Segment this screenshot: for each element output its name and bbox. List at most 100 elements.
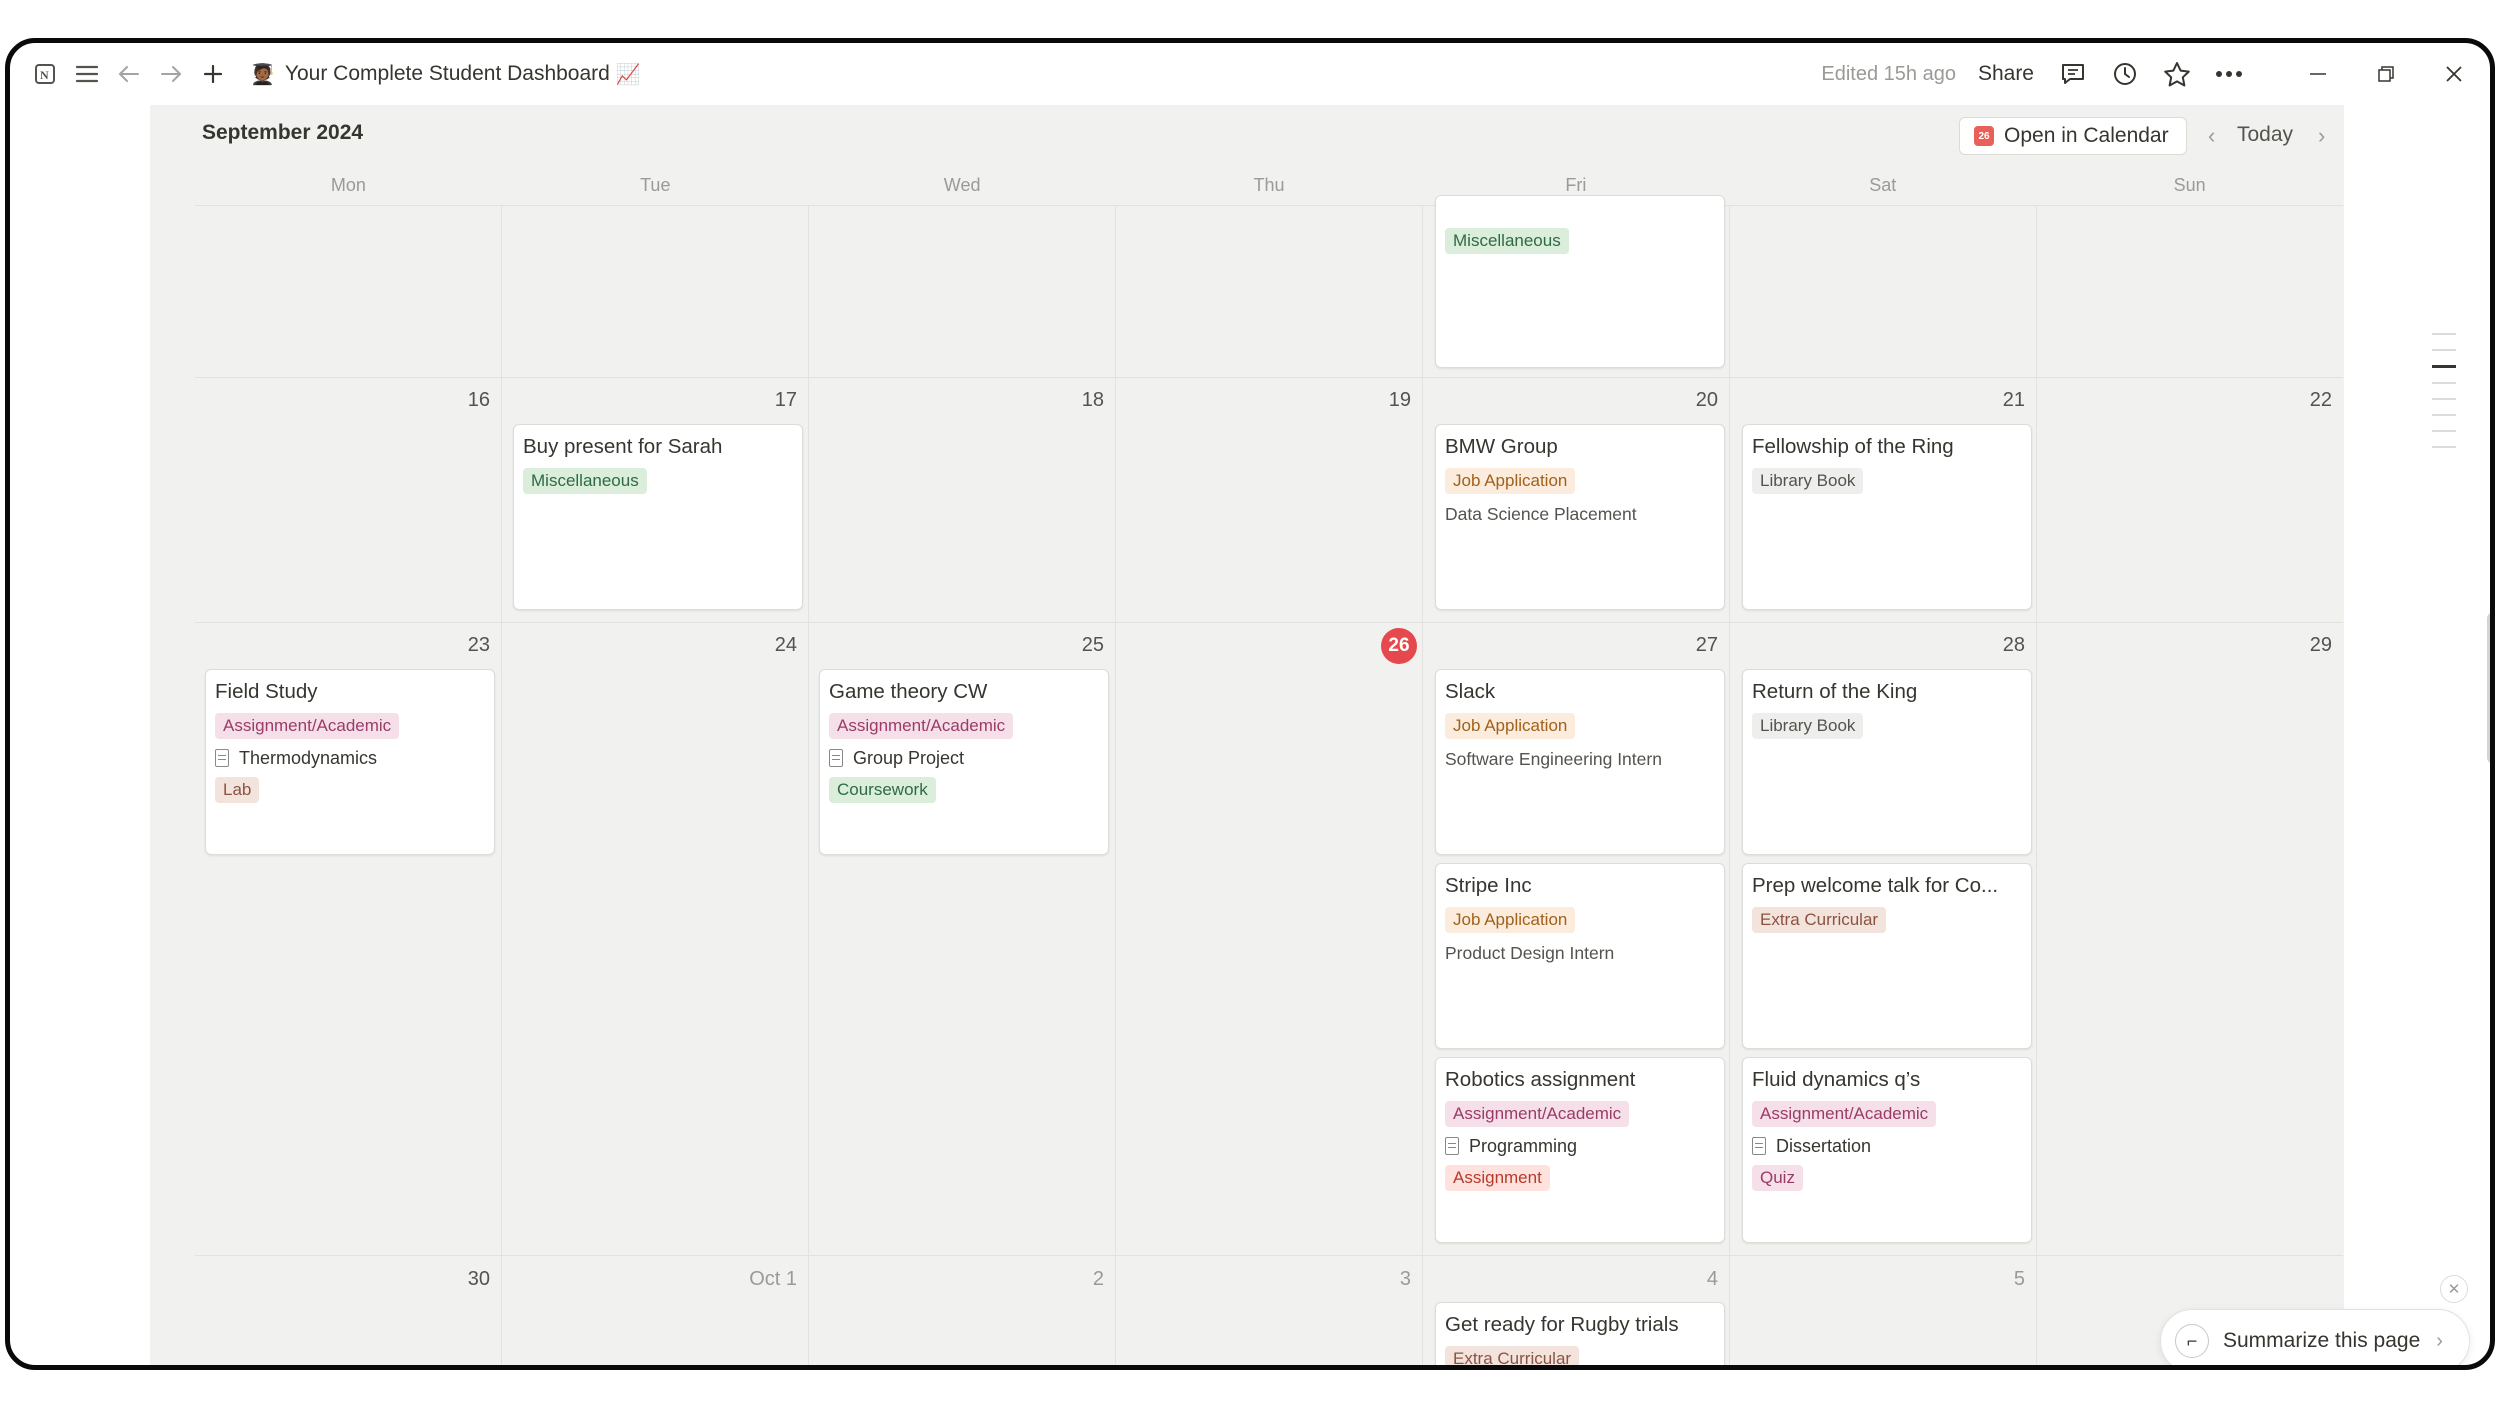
open-in-calendar-button[interactable]: 26 Open in Calendar (1959, 117, 2187, 155)
close-summarize-icon[interactable]: ✕ (2440, 1275, 2468, 1303)
page-outline-indicator[interactable] (2432, 333, 2456, 462)
back-arrow-icon[interactable] (114, 59, 144, 89)
event-card-welcome-talk[interactable]: Prep welcome talk for Co... Extra Curric… (1742, 863, 2032, 1049)
minimize-icon[interactable] (2302, 58, 2334, 90)
relation-label: Programming (1469, 1136, 1578, 1156)
grid-divider (2036, 205, 2037, 1365)
category-tag: Miscellaneous (523, 468, 647, 494)
new-page-plus-icon[interactable] (198, 59, 228, 89)
week-row-separator (195, 1255, 2343, 1256)
event-title: Field Study (215, 680, 318, 703)
vertical-scrollbar[interactable] (2487, 613, 2490, 763)
menu-icon[interactable] (72, 59, 102, 89)
restore-window-icon[interactable] (2370, 58, 2402, 90)
weekday-sat: Sat (1869, 175, 1897, 195)
edited-timestamp[interactable]: Edited 15h ago (1821, 63, 1956, 86)
event-title: Return of the King (1752, 680, 1918, 703)
event-card-slack[interactable]: Slack Job Application Software Engineeri… (1435, 669, 1725, 855)
event-card-return-of-the-king[interactable]: Return of the King Library Book (1742, 669, 2032, 855)
weekday-mon: Mon (330, 175, 366, 195)
ai-summary-icon: ⌐ (2175, 1324, 2209, 1358)
event-card-stripe[interactable]: Stripe Inc Job Application Product Desig… (1435, 863, 1725, 1049)
event-card-rugby-trials[interactable]: Get ready for Rugby trials Extra Curricu… (1435, 1302, 1725, 1365)
chart-emoji: 📈 (615, 63, 641, 86)
event-card[interactable]: Miscellaneous (1435, 195, 1725, 368)
event-title: Slack (1445, 680, 1496, 703)
today-button[interactable]: Today (2237, 123, 2293, 147)
category-tag: Assignment/Academic (215, 713, 400, 739)
event-card-field-study[interactable]: Field Study Assignment/Academic Thermody… (205, 669, 495, 855)
event-title: Get ready for Rugby trials (1445, 1313, 1679, 1336)
type-tag: Assignment (1445, 1165, 1550, 1191)
more-options-icon[interactable] (2214, 59, 2244, 89)
type-tag: Coursework (829, 777, 936, 803)
event-card-bmw-group[interactable]: BMW Group Job Application Data Science P… (1435, 424, 1725, 610)
category-tag: Job Application (1445, 907, 1576, 933)
day-number: 22 (2309, 389, 2332, 411)
outline-mark (2432, 414, 2456, 416)
day-number: Oct 1 (749, 1268, 797, 1290)
week-row-separator (195, 205, 2343, 206)
event-detail: Product Design Intern (1445, 943, 1615, 963)
day-number: 4 (1706, 1268, 1718, 1290)
breadcrumb[interactable]: 🧑🏾‍🎓 Your Complete Student Dashboard 📈 (250, 62, 641, 87)
relation-link[interactable]: Thermodynamics (215, 746, 485, 770)
grid-divider (1729, 205, 1730, 1365)
event-title: Game theory CW (829, 680, 988, 703)
summarize-label: Summarize this page (2223, 1329, 2421, 1352)
day-number: 3 (1399, 1268, 1411, 1290)
type-tag: Quiz (1752, 1165, 1803, 1191)
outline-mark (2432, 349, 2456, 351)
day-number: 18 (1081, 389, 1104, 411)
category-tag: Assignment/Academic (1752, 1101, 1937, 1127)
history-clock-icon[interactable] (2110, 59, 2140, 89)
calendar-header: September 2024 26 Open in Calendar ‹ Tod… (150, 105, 2344, 165)
event-title: BMW Group (1445, 435, 1558, 458)
day-number: 17 (774, 389, 797, 411)
event-title: Fellowship of the Ring (1752, 435, 1954, 458)
type-tag: Lab (215, 777, 260, 803)
forward-arrow-icon[interactable] (156, 59, 186, 89)
category-tag: Job Application (1445, 713, 1576, 739)
close-window-icon[interactable] (2438, 58, 2470, 90)
summarize-page-button[interactable]: ⌐ Summarize this page › (2160, 1309, 2470, 1365)
day-number: 21 (2002, 389, 2025, 411)
event-card-game-theory[interactable]: Game theory CW Assignment/Academic Group… (819, 669, 1109, 855)
app-window: N 🧑🏾‍🎓 Your Complete Student Dashboard 📈… (5, 38, 2495, 1370)
day-number: 24 (774, 634, 797, 656)
event-title: Fluid dynamics q’s (1752, 1068, 1921, 1091)
page-icon (1445, 1137, 1459, 1155)
share-button[interactable]: Share (1978, 62, 2034, 86)
calendar-app-icon: 26 (1974, 126, 1994, 146)
previous-month-chevron-icon[interactable]: ‹ (2208, 123, 2215, 149)
event-card-buy-present[interactable]: Buy present for Sarah Miscellaneous (513, 424, 803, 610)
relation-link[interactable]: Group Project (829, 746, 1099, 770)
event-card-robotics[interactable]: Robotics assignment Assignment/Academic … (1435, 1057, 1725, 1243)
relation-link[interactable]: Programming (1445, 1134, 1715, 1158)
grid-divider (1115, 205, 1116, 1365)
favorite-star-icon[interactable] (2162, 59, 2192, 89)
day-number: 30 (467, 1268, 490, 1290)
day-number: 23 (467, 634, 490, 656)
next-month-chevron-icon[interactable]: › (2318, 123, 2325, 149)
relation-label: Thermodynamics (239, 748, 378, 768)
event-title: Prep welcome talk for Co... (1752, 874, 1999, 897)
weekday-thu: Thu (1253, 175, 1285, 195)
notion-logo-icon[interactable]: N (30, 59, 60, 89)
day-number: 2 (1092, 1268, 1104, 1290)
category-tag: Extra Curricular (1752, 907, 1887, 933)
event-detail: Software Engineering Intern (1445, 749, 1662, 769)
category-tag: Assignment/Academic (1445, 1101, 1630, 1127)
week-row-separator (195, 622, 2343, 623)
grid-divider (501, 205, 502, 1365)
outline-mark (2432, 430, 2456, 432)
category-tag: Library Book (1752, 468, 1864, 494)
category-tag: Assignment/Academic (829, 713, 1014, 739)
day-number: 20 (1695, 389, 1718, 411)
event-card-fluid-dynamics[interactable]: Fluid dynamics q’s Assignment/Academic D… (1742, 1057, 2032, 1243)
event-card-fellowship[interactable]: Fellowship of the Ring Library Book (1742, 424, 2032, 610)
comments-icon[interactable] (2058, 59, 2088, 89)
event-detail: Data Science Placement (1445, 504, 1637, 524)
weekday-wed: Wed (943, 175, 981, 195)
relation-link[interactable]: Dissertation (1752, 1134, 2022, 1158)
